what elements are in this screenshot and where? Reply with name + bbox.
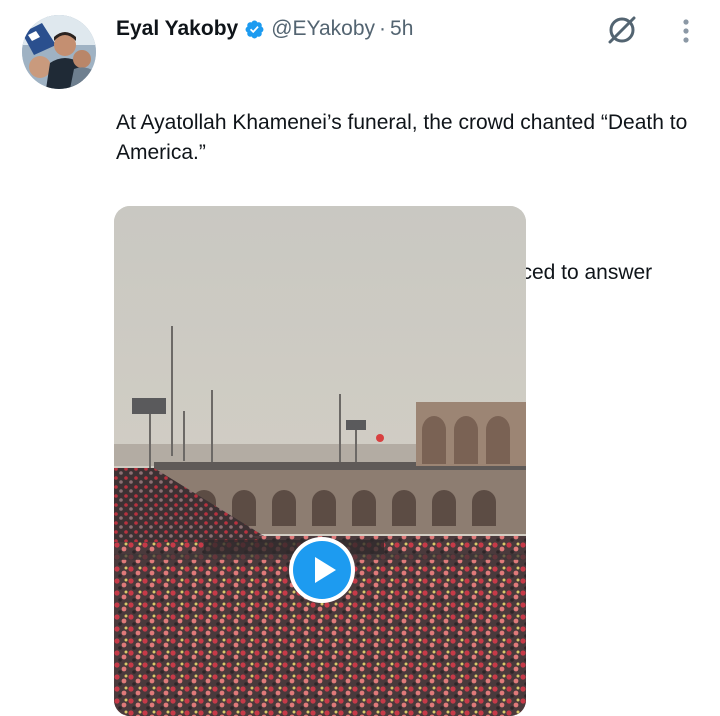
tweet-header: Eyal Yakoby @EYakoby · 5h <box>116 12 413 46</box>
time-separator: · <box>379 17 387 40</box>
avatar[interactable] <box>22 15 96 89</box>
author-name[interactable]: Eyal Yakoby <box>116 17 238 41</box>
play-icon[interactable] <box>287 535 357 605</box>
timestamp[interactable]: 5h <box>390 17 413 41</box>
more-vertical-icon[interactable] <box>676 16 696 46</box>
video-thumbnail[interactable] <box>114 206 526 716</box>
grok-icon[interactable] <box>604 12 640 48</box>
crowd-scene-image <box>114 206 526 716</box>
tweet-paragraph-1: At Ayatollah Khamenei’s funeral, the cro… <box>116 111 692 164</box>
verified-badge-icon <box>245 20 264 38</box>
avatar-photo <box>22 15 96 89</box>
author-handle[interactable]: @EYakoby <box>271 17 375 41</box>
